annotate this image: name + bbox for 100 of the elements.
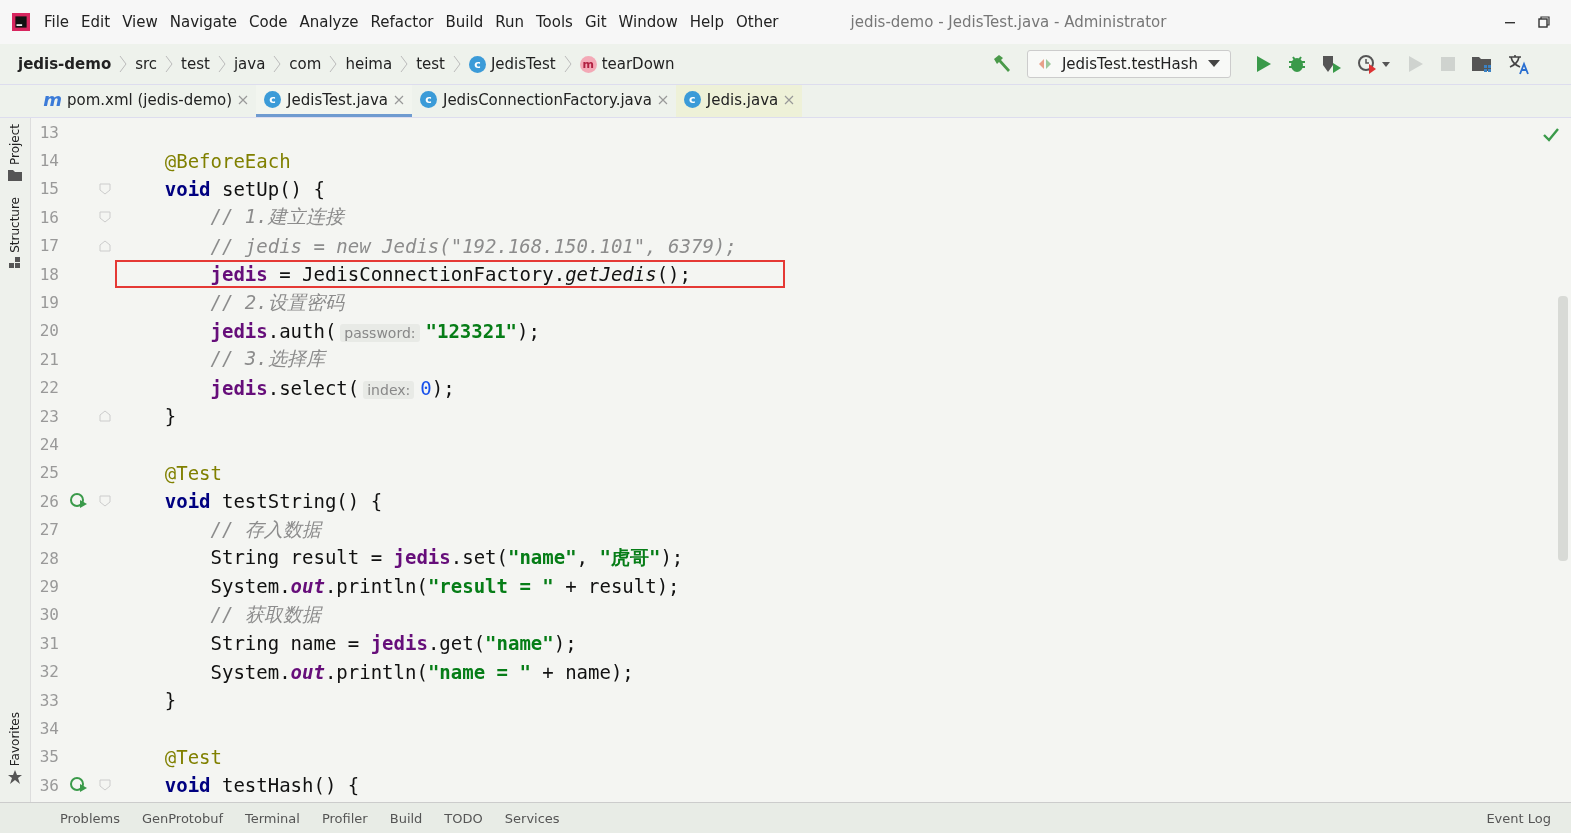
chevron-icon	[452, 54, 461, 74]
code-line: @Test	[163, 461, 222, 484]
fold-marker-icon[interactable]	[99, 495, 111, 508]
line-number: 35	[38, 747, 59, 767]
menu-item[interactable]: Window	[618, 13, 678, 31]
chevron-icon	[329, 54, 338, 74]
breadcrumb-item[interactable]: com	[289, 55, 322, 73]
tool-window-tab[interactable]: Project	[0, 118, 30, 192]
editor-tab[interactable]: c JedisTest.java	[256, 85, 412, 117]
code-line: System.out.println("name = " + name);	[209, 660, 634, 683]
code-line: void setUp() {	[163, 177, 325, 200]
menu-item[interactable]: Analyze	[299, 13, 359, 31]
chevron-icon	[217, 54, 226, 74]
structure-icon	[9, 256, 21, 269]
star-icon	[8, 770, 22, 784]
line-number: 25	[38, 463, 59, 483]
chevron-icon	[400, 54, 409, 74]
close-icon[interactable]	[784, 94, 795, 105]
code-line: }	[163, 405, 177, 428]
menu-item[interactable]: View	[122, 13, 158, 31]
line-number: 18	[38, 264, 59, 284]
line-number: 36	[38, 775, 59, 795]
restore-icon[interactable]	[1537, 15, 1551, 29]
menu-item[interactable]: Code	[249, 13, 288, 31]
close-icon[interactable]	[657, 94, 668, 105]
code-line: void testHash() {	[163, 774, 360, 797]
breadcrumb-item[interactable]: heima	[345, 55, 393, 73]
fold-marker-icon[interactable]	[99, 779, 111, 792]
close-icon[interactable]	[238, 94, 249, 105]
editor-tab[interactable]: c JedisConnectionFactory.java	[411, 85, 676, 117]
clock-run-icon[interactable]	[1357, 54, 1391, 74]
chevron-icon	[563, 54, 572, 74]
code-line: System.out.println("result = " + result);	[209, 575, 680, 598]
line-number: 27	[38, 520, 59, 540]
tool-window-tab[interactable]: GenProtobuf	[141, 810, 223, 826]
line-number: 23	[38, 406, 59, 426]
line-number: 32	[38, 662, 59, 682]
code-line: // 3.选择库	[209, 346, 325, 372]
translate-icon[interactable]	[1507, 53, 1531, 75]
shield-run-icon[interactable]	[1321, 54, 1343, 74]
tool-window-tab[interactable]: Favorites	[0, 705, 30, 794]
tool-window-tab[interactable]: TODO	[444, 810, 483, 826]
tool-window-tab[interactable]: Event Log	[1486, 810, 1551, 826]
code-line: @BeforeEach	[163, 149, 291, 172]
scrollbar-thumb[interactable]	[1558, 296, 1568, 561]
close-icon[interactable]	[393, 94, 404, 105]
line-number: 14	[38, 151, 59, 171]
menu-item[interactable]: Tools	[535, 13, 573, 31]
line-number: 26	[38, 491, 59, 511]
menu-item[interactable]: Refactor	[370, 13, 434, 31]
line-number: 24	[38, 435, 59, 454]
menu-item[interactable]: File	[44, 13, 70, 31]
run-test-icon[interactable]	[70, 493, 88, 510]
code-line: jedis = JedisConnectionFactory.getJedis();	[209, 263, 691, 286]
line-number: 13	[38, 122, 59, 142]
tool-window-tab[interactable]: Terminal	[245, 810, 300, 826]
chevron-icon	[165, 54, 174, 74]
fold-marker-icon[interactable]	[99, 182, 111, 195]
breadcrumb-item[interactable]: test	[181, 55, 210, 73]
breadcrumb-item[interactable]: test	[416, 55, 445, 73]
breadcrumb-item[interactable]: m tearDown	[579, 55, 675, 73]
run-test-icon[interactable]	[70, 777, 88, 794]
code-line: // 1.建立连接	[209, 204, 344, 230]
tool-window-tab[interactable]: Build	[389, 810, 423, 826]
menu-item[interactable]: Help	[689, 13, 724, 31]
code-line: jedis.auth( password: "123321");	[209, 319, 540, 342]
line-number: 28	[38, 548, 59, 568]
menu-item[interactable]: Navigate	[169, 13, 238, 31]
code-line: @Test	[163, 745, 222, 768]
code-line: String name = jedis.get("name");	[209, 632, 577, 655]
line-number: 21	[38, 349, 59, 369]
line-number: 19	[38, 293, 59, 313]
tool-window-tab[interactable]: Structure	[0, 191, 30, 279]
tool-window-tab[interactable]: Profiler	[321, 810, 368, 826]
run-configuration-dropdown[interactable]: JedisTest.testHash	[1026, 50, 1231, 78]
breadcrumb-item[interactable]: src	[135, 55, 158, 73]
tool-window-tab[interactable]: Services	[504, 810, 560, 826]
editor-tab[interactable]: m pom.xml (jedis-demo)	[36, 85, 257, 117]
menu-item[interactable]: Other	[735, 13, 779, 31]
folder-grid-icon[interactable]	[1471, 54, 1493, 74]
code-line: String result = jedis.set("name", "虎哥");	[209, 545, 684, 571]
chevron-icon	[119, 54, 128, 74]
breadcrumb-item[interactable]: java	[233, 55, 266, 73]
bug-icon[interactable]	[1287, 54, 1307, 74]
fold-marker-icon[interactable]	[99, 211, 111, 224]
code-line: // jedis = new Jedis("192.168.150.101", 6379);	[209, 234, 737, 257]
editor-tab[interactable]: c Jedis.java	[675, 85, 803, 117]
menu-item[interactable]: Git	[584, 13, 607, 31]
breadcrumb-item[interactable]: jedis-demo	[18, 55, 112, 73]
menu-item[interactable]: Edit	[81, 13, 111, 31]
code-line: void testString() {	[163, 490, 383, 513]
menu-item[interactable]: Run	[495, 13, 524, 31]
folder-icon	[8, 169, 22, 182]
breadcrumb-item[interactable]: c JedisTest	[468, 55, 556, 73]
line-number: 20	[38, 321, 59, 341]
tool-window-tab[interactable]: Problems	[60, 810, 120, 826]
app-logo-icon	[12, 13, 30, 31]
fold-marker-icon[interactable]	[99, 239, 111, 252]
fold-marker-icon[interactable]	[99, 410, 111, 423]
menu-item[interactable]: Build	[445, 13, 484, 31]
